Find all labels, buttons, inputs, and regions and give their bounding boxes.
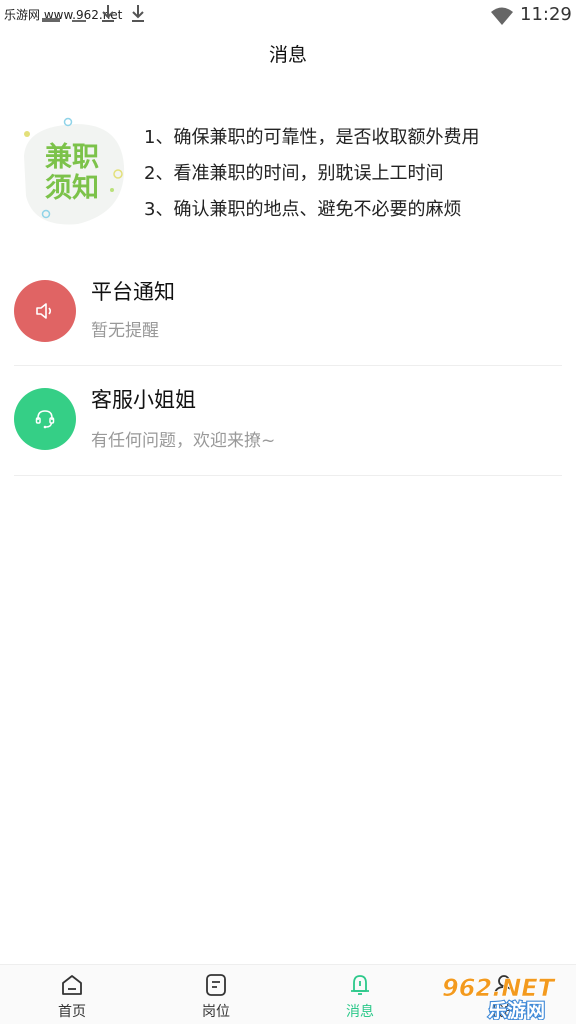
- home-icon: [62, 975, 82, 995]
- nav-label: 首页: [58, 1004, 86, 1020]
- avatar: [14, 280, 76, 342]
- nav-label: 消息: [346, 1004, 374, 1020]
- nav-item-home[interactable]: 首页: [27, 965, 117, 1024]
- message-subtitle: 暂无提醒: [91, 321, 159, 341]
- download-icon: [102, 5, 114, 22]
- message-title: 平台通知: [91, 280, 175, 304]
- message-item-customer-service[interactable]: 客服小姐姐 有任何问题，欢迎来撩~: [14, 366, 562, 476]
- tip-item: 2、看准兼职的时间，别耽误上工时间: [144, 163, 444, 184]
- message-title: 客服小姐姐: [91, 388, 196, 412]
- speaker-icon: [36, 303, 52, 319]
- watermark-logo-line1: 962.NET: [442, 974, 556, 1002]
- download-icon: [132, 5, 144, 22]
- page-title: 消息: [268, 44, 307, 66]
- message-subtitle: 有任何问题，欢迎来撩~: [91, 431, 276, 451]
- tip-item: 1、确保兼职的可靠性，是否收取额外费用: [144, 127, 480, 148]
- watermark-logo-line2: 乐游网: [488, 999, 545, 1020]
- status-indicator: [42, 18, 60, 22]
- nav-item-jobs[interactable]: 岗位: [171, 965, 261, 1024]
- tips-logo-line2: 须知: [45, 173, 99, 204]
- bell-icon: [351, 975, 369, 995]
- wifi-icon: [491, 7, 513, 25]
- status-time: 11:29: [520, 4, 572, 25]
- nav-label: 岗位: [202, 1004, 230, 1020]
- message-item-platform-notice[interactable]: 平台通知 暂无提醒: [14, 256, 562, 366]
- tips-list: 1、确保兼职的可靠性，是否收取额外费用 2、看准兼职的时间，别耽误上工时间 3、…: [144, 120, 479, 228]
- avatar: [14, 388, 76, 450]
- tips-logo: 兼职 须知: [24, 117, 125, 225]
- watermark-logo: 962.NET 乐游网: [442, 974, 556, 1020]
- headset-icon: [35, 410, 55, 429]
- status-bar: 乐游网 www.962.net 11:29: [0, 0, 576, 32]
- tip-item: 3、确认兼职的地点、避免不必要的麻烦: [144, 199, 462, 220]
- tips-logo-line1: 兼职: [45, 141, 99, 173]
- status-indicator: [72, 20, 86, 22]
- nav-item-messages[interactable]: 消息: [315, 965, 405, 1024]
- document-icon: [206, 974, 226, 996]
